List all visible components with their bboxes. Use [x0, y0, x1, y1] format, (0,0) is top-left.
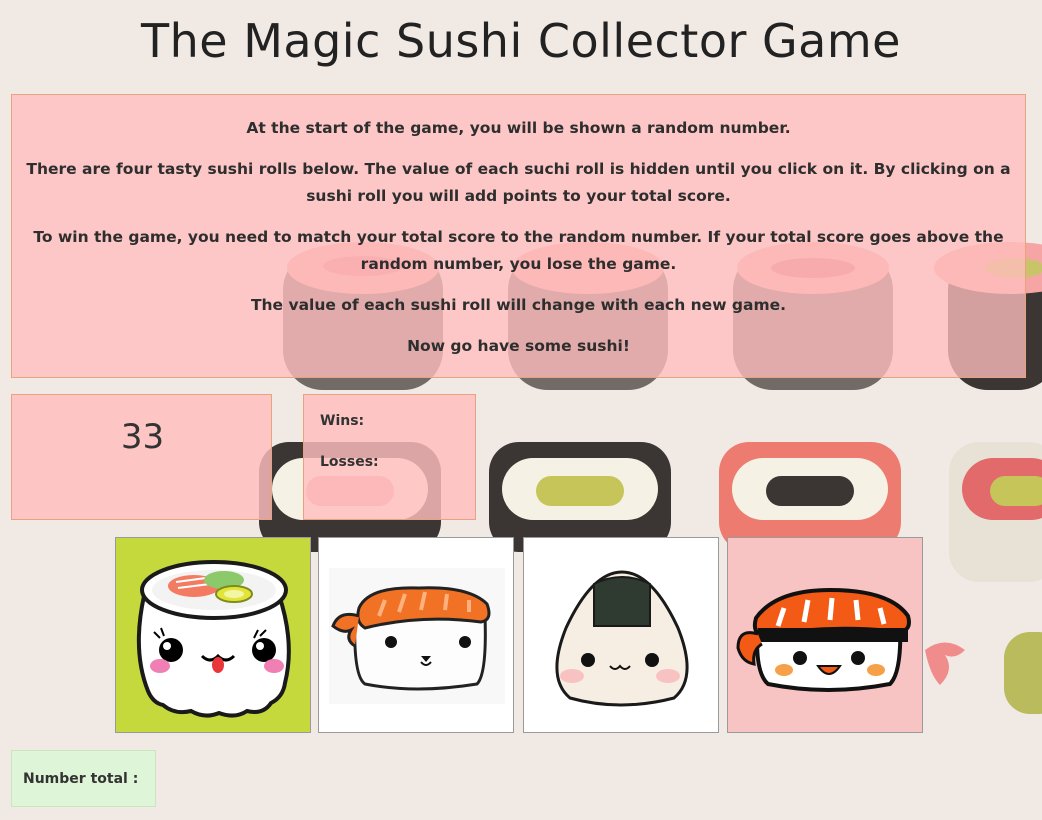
onigiri-icon	[555, 570, 689, 707]
wins-label: Wins:	[320, 413, 365, 429]
bg-sushi-side	[1004, 632, 1042, 714]
instruction-text: There are four tasty sushi rolls below. …	[26, 160, 1011, 205]
sushi-button-1[interactable]	[115, 537, 311, 733]
sushi-button-2[interactable]	[318, 537, 514, 733]
bg-sushi-roll	[719, 442, 901, 552]
total-score-box: Number total :	[11, 750, 156, 807]
instruction-text: To win the game, you need to match your …	[33, 228, 1004, 273]
salmon-nigiri-icon	[329, 568, 505, 704]
sushi-button-3[interactable]	[523, 537, 719, 733]
instructions-panel: At the start of the game, you will be sh…	[11, 94, 1026, 378]
total-label: Number total :	[23, 771, 139, 787]
instruction-text: Now go have some sushi!	[407, 337, 630, 355]
page-title: The Magic Sushi Collector Game	[141, 14, 901, 68]
random-number: 33	[120, 417, 165, 457]
instruction-text: At the start of the game, you will be sh…	[246, 119, 791, 137]
bg-sushi-roll	[489, 442, 671, 552]
bg-shrimp	[925, 642, 965, 685]
instruction-text: The value of each sushi roll will change…	[250, 296, 787, 314]
random-number-box: 33	[11, 394, 272, 520]
bg-sushi-roll	[949, 442, 1042, 582]
salmon-headband-icon	[736, 587, 911, 692]
maki-roll-icon	[136, 560, 291, 718]
sushi-button-4[interactable]	[727, 537, 923, 733]
losses-label: Losses:	[320, 454, 379, 470]
score-board: Wins: Losses:	[303, 394, 476, 520]
